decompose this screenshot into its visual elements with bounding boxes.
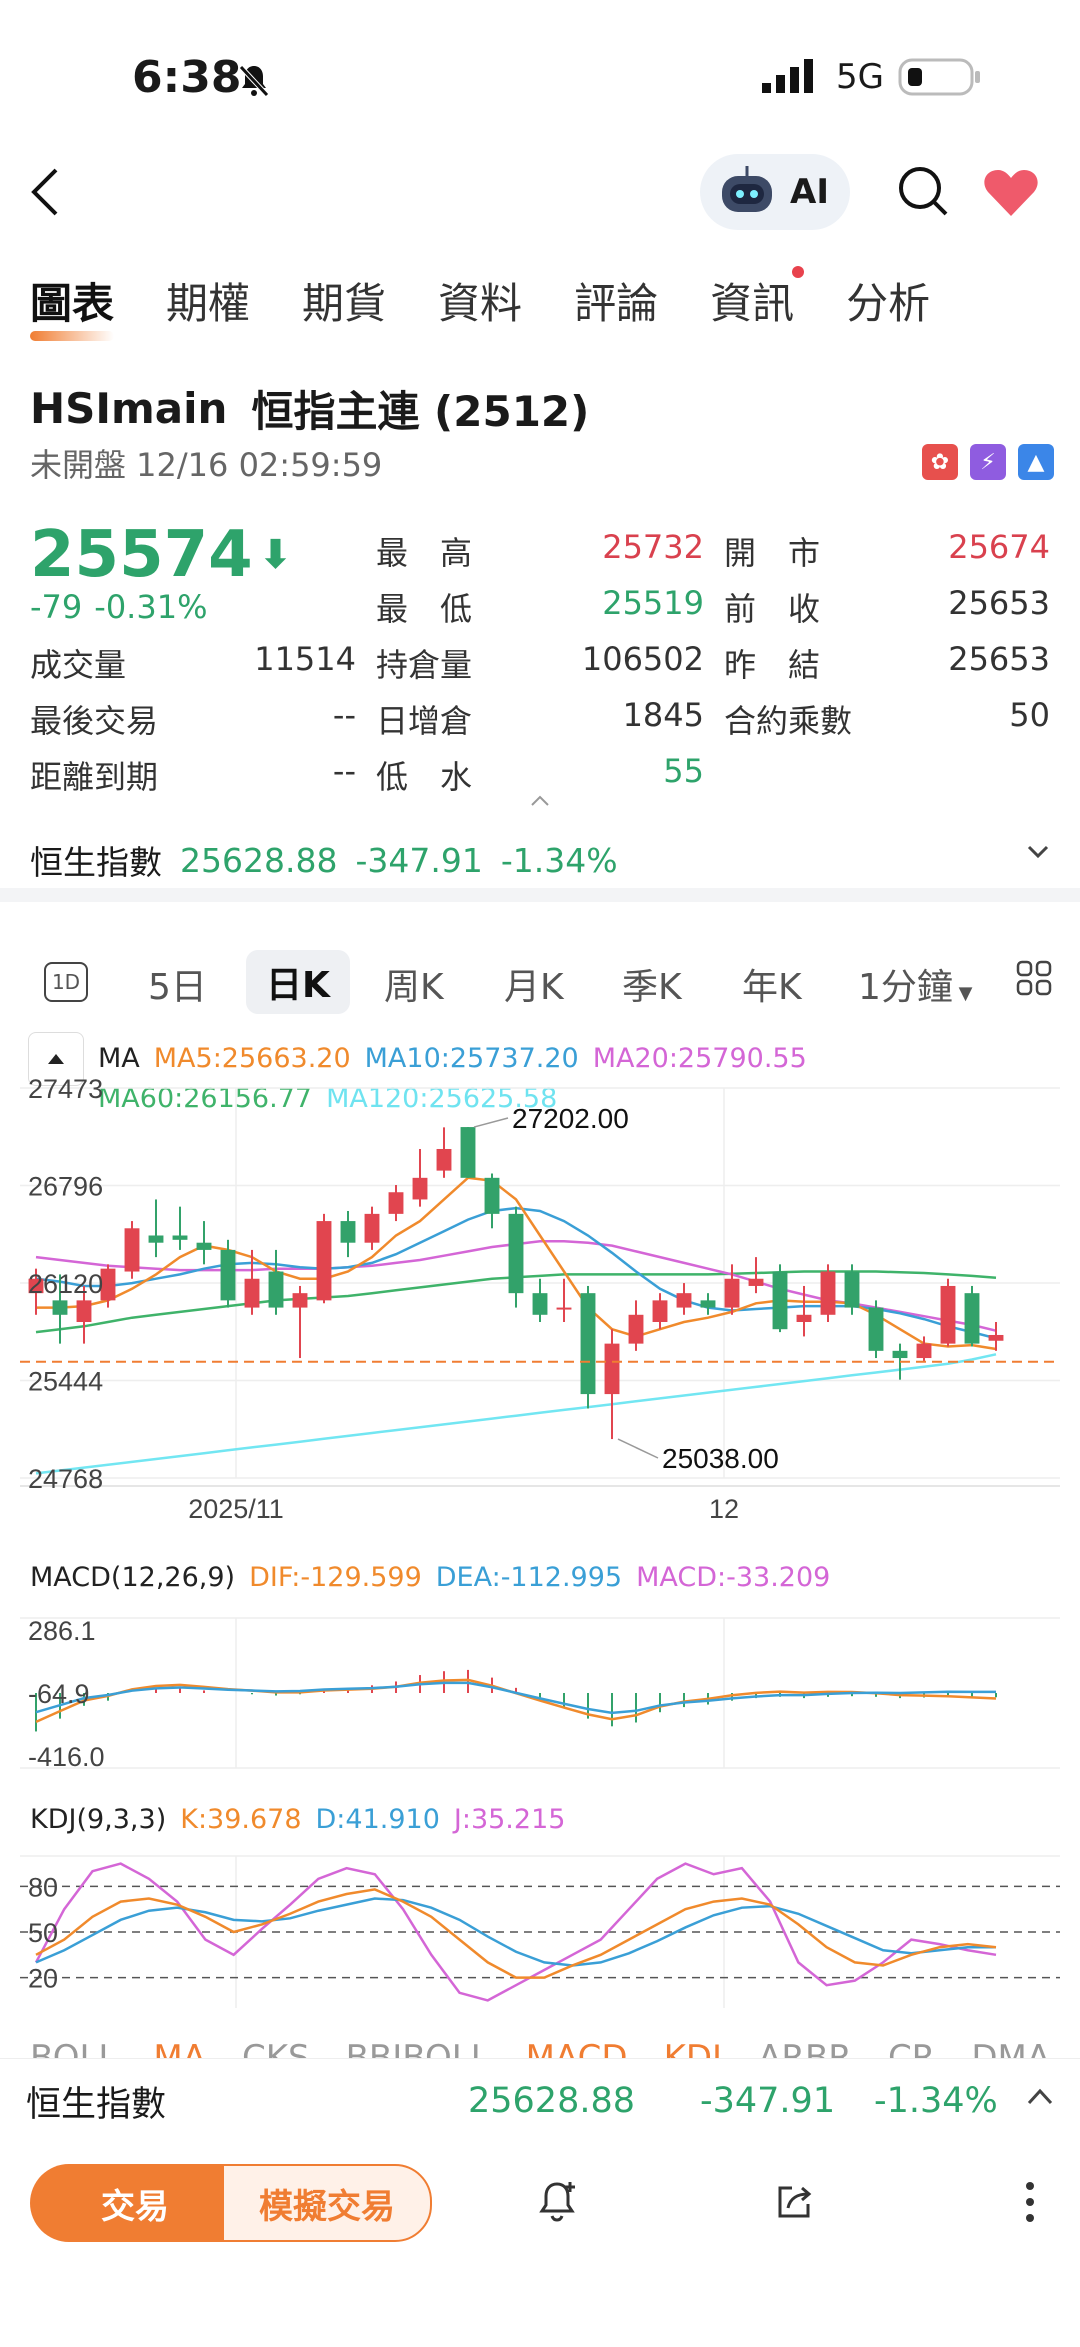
- kdj-y-tick: 80: [28, 1872, 58, 1902]
- candle-body: [412, 1177, 428, 1200]
- dea-legend: DEA:-112.995: [435, 1562, 623, 1593]
- candle-body: [892, 1350, 908, 1359]
- candle-body: [148, 1235, 164, 1243]
- y-tick-label: 24768: [28, 1464, 103, 1494]
- k-line: [35, 1888, 997, 1979]
- macd-y-tick: -416.0: [28, 1742, 105, 1772]
- candle-body: [292, 1293, 308, 1308]
- candle-body: [220, 1249, 236, 1301]
- candle-body: [364, 1213, 380, 1243]
- candle-body: [340, 1221, 356, 1243]
- candle-body: [772, 1271, 788, 1330]
- y-tick-label: 26120: [28, 1269, 103, 1299]
- y-tick-label: 25444: [28, 1367, 103, 1397]
- candle-body: [964, 1293, 980, 1344]
- candle-body: [196, 1242, 212, 1250]
- candle-body: [820, 1271, 836, 1315]
- dea-line: [35, 1681, 997, 1715]
- k-legend: K:39.678: [180, 1804, 302, 1835]
- candle-body: [532, 1293, 548, 1315]
- macd-value-legend: MACD:-33.209: [636, 1562, 831, 1593]
- candle-body: [508, 1213, 524, 1294]
- x-tick-label: 12: [709, 1494, 739, 1524]
- ma120-line: [35, 1353, 997, 1475]
- j-legend: J:35.215: [453, 1804, 566, 1835]
- candle-body: [172, 1235, 188, 1240]
- more-menu-icon[interactable]: [1024, 2180, 1036, 2228]
- chart-canvas[interactable]: 27473 26796 26120 25444 24768 2025/11 12 27202.…: [0, 0, 1080, 2060]
- y-tick-label: 27473: [28, 1074, 103, 1104]
- candle-body: [580, 1293, 596, 1395]
- candle-body: [676, 1293, 692, 1308]
- candle-body: [628, 1314, 644, 1344]
- dif-line: [35, 1678, 997, 1723]
- candle-body: [76, 1300, 92, 1322]
- candle-body: [796, 1314, 812, 1322]
- candle-body: [52, 1300, 68, 1315]
- kdj-label: KDJ(9,3,3): [30, 1804, 167, 1835]
- min-label: 25038.00: [662, 1443, 779, 1474]
- candle-body: [916, 1343, 932, 1359]
- trade-button[interactable]: 交易: [30, 2164, 240, 2242]
- candle-body: [604, 1343, 620, 1395]
- candle-body: [388, 1192, 404, 1214]
- float-index-name: 恒生指數: [26, 2084, 167, 2125]
- candle-body: [556, 1307, 572, 1310]
- candle-body: [844, 1271, 860, 1308]
- x-tick-label: 2025/11: [188, 1494, 284, 1524]
- candle-body: [868, 1307, 884, 1351]
- macd-label: MACD(12,26,9): [30, 1562, 236, 1593]
- min-pointer: [617, 1438, 659, 1459]
- macd-legend: MACD(12,26,9) DIF:-129.599 DEA:-112.995 …: [30, 1562, 830, 1593]
- candle-body: [124, 1228, 140, 1272]
- candle-body: [244, 1278, 260, 1308]
- d-legend: D:41.910: [315, 1804, 440, 1835]
- chevron-up-icon[interactable]: [1026, 2087, 1054, 2111]
- candle-body: [988, 1334, 1004, 1341]
- candle-body: [940, 1285, 956, 1344]
- y-tick-label: 26796: [28, 1172, 103, 1202]
- alert-bell-icon[interactable]: [534, 2178, 580, 2228]
- candle-body: [436, 1148, 452, 1171]
- floating-index-bar[interactable]: 恒生指數 25628.88 -347.91 -1.34%: [0, 2058, 1080, 2143]
- candle-body: [652, 1300, 668, 1322]
- kdj-y-tick: 50: [28, 1918, 58, 1948]
- max-pointer: [473, 1117, 509, 1128]
- candle-body: [748, 1278, 764, 1286]
- candle-body: [460, 1127, 476, 1178]
- candle-body: [700, 1300, 716, 1308]
- candle-body: [484, 1177, 500, 1214]
- candle-body: [268, 1271, 284, 1308]
- float-index-change: -347.91: [700, 2081, 836, 2121]
- share-icon[interactable]: [772, 2180, 816, 2228]
- kdj-y-tick: 20: [28, 1964, 58, 1994]
- float-index-value: 25628.88: [468, 2081, 636, 2121]
- macd-y-tick: -64.9: [28, 1679, 90, 1709]
- dif-legend: DIF:-129.599: [249, 1562, 422, 1593]
- sim-trade-button[interactable]: 模擬交易: [222, 2164, 432, 2242]
- kdj-legend: KDJ(9,3,3) K:39.678 D:41.910 J:35.215: [30, 1804, 565, 1835]
- candle-body: [316, 1221, 332, 1301]
- candle-body: [724, 1278, 740, 1308]
- max-label: 27202.00: [512, 1103, 629, 1134]
- float-index-pct: -1.34%: [874, 2081, 998, 2121]
- macd-y-tick: 286.1: [28, 1616, 96, 1646]
